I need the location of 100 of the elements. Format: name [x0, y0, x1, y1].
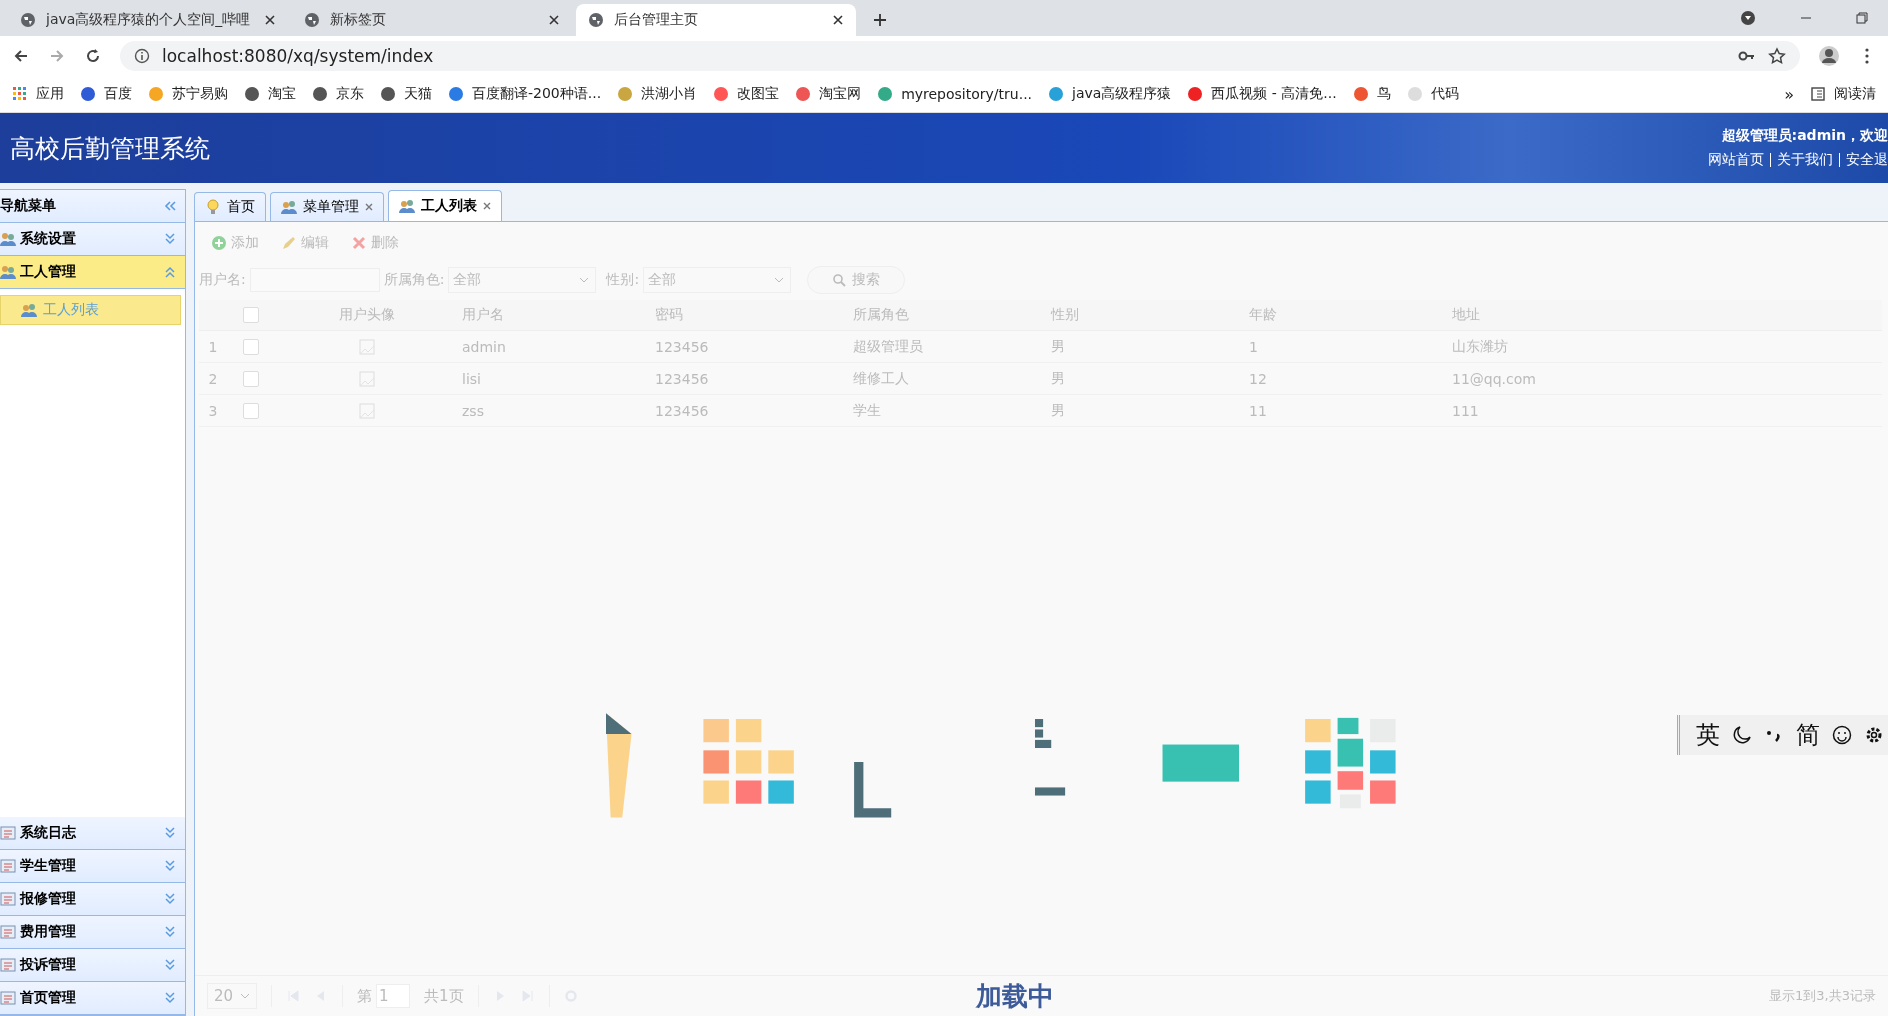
table-cell: admin	[462, 338, 506, 355]
bookmark-icon	[312, 86, 328, 102]
bookmark-icon	[380, 86, 396, 102]
page-tab[interactable]: 首页	[194, 192, 266, 221]
page-tab[interactable]: 菜单管理	[270, 192, 384, 221]
smiley-icon[interactable]	[1832, 725, 1852, 745]
table-cell: 维修工人	[853, 369, 909, 386]
checkbox[interactable]	[243, 402, 259, 419]
reload-icon[interactable]	[84, 47, 102, 65]
table-cell: lisi	[462, 370, 481, 387]
bookmark[interactable]: 京东	[312, 85, 364, 103]
record-info: 显示1到3,共3记录	[1769, 987, 1876, 1005]
header-link[interactable]: 安全退	[1846, 151, 1888, 169]
page-label: 第	[357, 986, 372, 1006]
table-cell: 男	[1051, 369, 1065, 386]
close-icon[interactable]	[264, 14, 276, 26]
column-header: 用户名	[462, 306, 504, 322]
language-toggle[interactable]: 英	[1696, 719, 1720, 751]
bookmark-icon	[1187, 86, 1204, 102]
close-icon[interactable]	[548, 14, 560, 26]
table-cell: 111	[1452, 402, 1479, 419]
browser-tab[interactable]: java高级程序猿的个人空间_哔哩	[8, 4, 288, 36]
menu-section[interactable]: 投诉管理	[0, 949, 185, 982]
table-cell: zss	[462, 402, 484, 419]
list-icon	[0, 990, 16, 1006]
people-icon	[399, 198, 415, 214]
profile-icon[interactable]	[1818, 45, 1840, 67]
lightbulb-icon	[205, 199, 221, 215]
header-link[interactable]: 网站首页	[1708, 151, 1764, 169]
page-tab[interactable]: 工人列表	[388, 190, 502, 221]
bookmark-icon	[1406, 86, 1423, 102]
apps-grid-icon	[12, 86, 28, 102]
edit-icon	[281, 235, 297, 251]
bookmark[interactable]: 百度	[80, 85, 132, 103]
settings-icon[interactable]	[1864, 725, 1884, 745]
bookmark[interactable]: 天猫	[380, 85, 432, 103]
bookmark-icon	[1352, 86, 1369, 102]
table-cell: 1	[1249, 338, 1258, 355]
dropdown-icon[interactable]	[1740, 10, 1756, 26]
table-cell: 11	[1249, 402, 1267, 419]
bookmark-icon	[448, 86, 464, 102]
collapse-icon[interactable]	[163, 199, 177, 213]
bookmark[interactable]: 淘宝	[244, 85, 296, 103]
bookmark[interactable]: 改图宝	[713, 85, 780, 103]
column-header: 所属角色	[853, 306, 909, 322]
row-number: 3	[208, 402, 218, 419]
greeting-text: 超级管理员:admin，欢迎	[1721, 127, 1888, 145]
double-chevron-icon	[163, 925, 177, 939]
column-header: 地址	[1452, 306, 1480, 322]
bookmark[interactable]: 淘宝网	[795, 85, 862, 103]
sidebar-title: 导航菜单	[0, 197, 56, 215]
moon-icon[interactable]	[1732, 725, 1752, 745]
add-icon	[211, 235, 227, 251]
table-cell: 11@qq.com	[1452, 370, 1536, 387]
reading-list[interactable]: 阅读清	[1810, 85, 1876, 103]
checkbox[interactable]	[243, 338, 259, 355]
caret-icon	[579, 275, 590, 285]
row-number: 1	[208, 338, 218, 355]
bookmark[interactable]: 百度翻译-200种语...	[448, 85, 602, 103]
star-icon[interactable]	[1768, 47, 1786, 65]
bookmark[interactable]: 代码	[1406, 85, 1459, 103]
menu-section[interactable]: 学生管理	[0, 850, 185, 883]
menu-section[interactable]: 费用管理	[0, 916, 185, 949]
restore-icon[interactable]	[1854, 10, 1870, 26]
bookmark[interactable]: 鸟	[1352, 85, 1391, 103]
table-cell: 学生	[853, 401, 881, 418]
menu-section[interactable]: 系统日志	[0, 817, 185, 850]
checkbox[interactable]	[243, 370, 259, 387]
page-total: 共1页	[424, 986, 464, 1006]
bookmark-icon	[713, 86, 730, 102]
menu-section[interactable]: 报修管理	[0, 883, 185, 916]
list-icon	[0, 825, 16, 841]
bookmark[interactable]: 西瓜视频 - 高清免...	[1187, 85, 1337, 103]
column-header: 年龄	[1249, 306, 1277, 322]
checkbox[interactable]	[243, 307, 259, 323]
address-field[interactable]: localhost:8080/xq/system/index	[120, 41, 1800, 71]
menu-section[interactable]: 首页管理	[0, 982, 185, 1015]
bookmark[interactable]: 洪湖小肖	[617, 85, 698, 103]
table-cell: 12	[1249, 370, 1267, 387]
browser-tab[interactable]: 新标签页	[292, 4, 572, 36]
delete-icon	[351, 235, 367, 251]
browser-tab[interactable]: 后台管理主页	[576, 4, 856, 36]
menu-section[interactable]: 系统设置	[0, 223, 185, 256]
header-link[interactable]: 关于我们	[1777, 151, 1833, 169]
list-icon	[0, 891, 16, 907]
menu-section[interactable]: 工人管理	[0, 256, 185, 289]
plus-icon[interactable]	[872, 12, 888, 28]
caret-icon	[774, 275, 785, 285]
bookmark[interactable]: 应用	[12, 85, 64, 103]
bookmark-icon	[244, 86, 260, 102]
script-toggle[interactable]: 简	[1796, 719, 1820, 751]
globe-icon	[304, 12, 320, 28]
bookmark[interactable]: 苏宁易购	[148, 85, 228, 103]
close-icon[interactable]	[832, 14, 844, 26]
caret-icon	[240, 991, 250, 1001]
bookmark[interactable]: myrepository/tru...	[877, 86, 1033, 102]
bookmark[interactable]: java高级程序猿	[1048, 85, 1172, 103]
list-icon	[1810, 86, 1826, 102]
overflow-button[interactable]: »	[1784, 84, 1794, 104]
bookmark-icon	[877, 86, 894, 102]
